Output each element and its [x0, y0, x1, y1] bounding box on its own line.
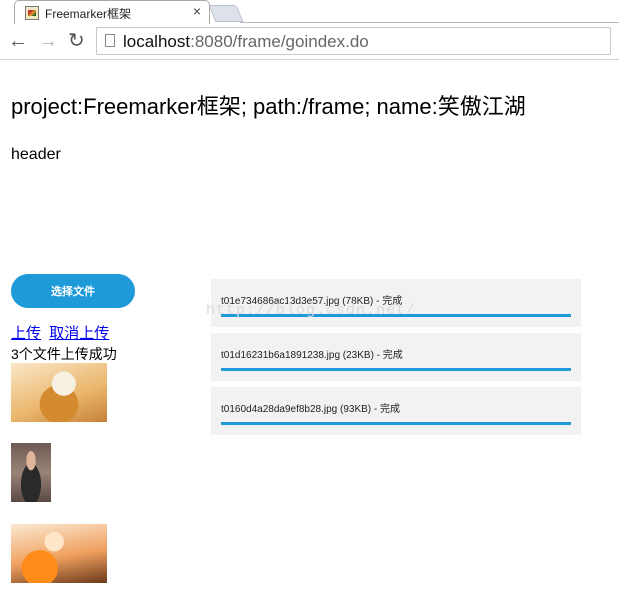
upload-actions: 上传 取消上传 — [11, 322, 113, 343]
close-icon[interactable]: × — [193, 3, 201, 19]
upload-item-label: t01d16231b6a1891238.jpg (23KB) - 完成 — [221, 350, 403, 361]
tab-strip-divider — [240, 22, 619, 23]
progress-bar — [221, 422, 571, 425]
page-title: project:Freemarker框架; path:/frame; name:… — [11, 94, 526, 119]
url-host: localhost — [123, 32, 191, 51]
reload-icon[interactable]: ↻ — [68, 29, 85, 53]
uploaded-image-thumbnail — [11, 443, 51, 502]
address-bar[interactable]: localhost:8080/frame/goindex.do — [96, 27, 611, 55]
tab-strip: Freemarker框架 × — [0, 0, 619, 24]
cancel-upload-link[interactable]: 取消上传 — [49, 325, 109, 342]
watermark-text: http://blog.csdn.net/ — [206, 302, 417, 319]
progress-fill — [221, 422, 571, 425]
url-path: :8080/frame/goindex.do — [190, 32, 369, 51]
back-icon[interactable]: ← — [8, 29, 28, 53]
browser-toolbar: ← → ↻ localhost:8080/frame/goindex.do — [0, 24, 619, 60]
progress-bar — [221, 368, 571, 371]
upload-item-label: t0160d4a28da9ef8b28.jpg (93KB) - 完成 — [221, 404, 401, 415]
forward-icon[interactable]: → — [38, 29, 58, 53]
upload-queue-item: t01d16231b6a1891238.jpg (23KB) - 完成 — [211, 333, 581, 381]
new-tab-button[interactable] — [208, 5, 244, 22]
progress-fill — [221, 368, 571, 371]
upload-link[interactable]: 上传 — [11, 325, 41, 342]
tab-title: Freemarker框架 — [45, 7, 132, 21]
favicon-icon — [25, 6, 39, 20]
header-text: header — [11, 146, 61, 163]
choose-file-button[interactable]: 选择文件 — [11, 274, 135, 308]
url-text[interactable]: localhost:8080/frame/goindex.do — [123, 32, 369, 52]
uploaded-image-thumbnail — [11, 524, 107, 583]
upload-success-message: 3个文件上传成功 — [11, 346, 117, 362]
browser-tab[interactable]: Freemarker框架 × — [14, 0, 210, 24]
upload-queue-item: t0160d4a28da9ef8b28.jpg (93KB) - 完成 — [211, 387, 581, 435]
uploaded-image-thumbnail — [11, 363, 107, 422]
page-icon — [105, 34, 115, 47]
